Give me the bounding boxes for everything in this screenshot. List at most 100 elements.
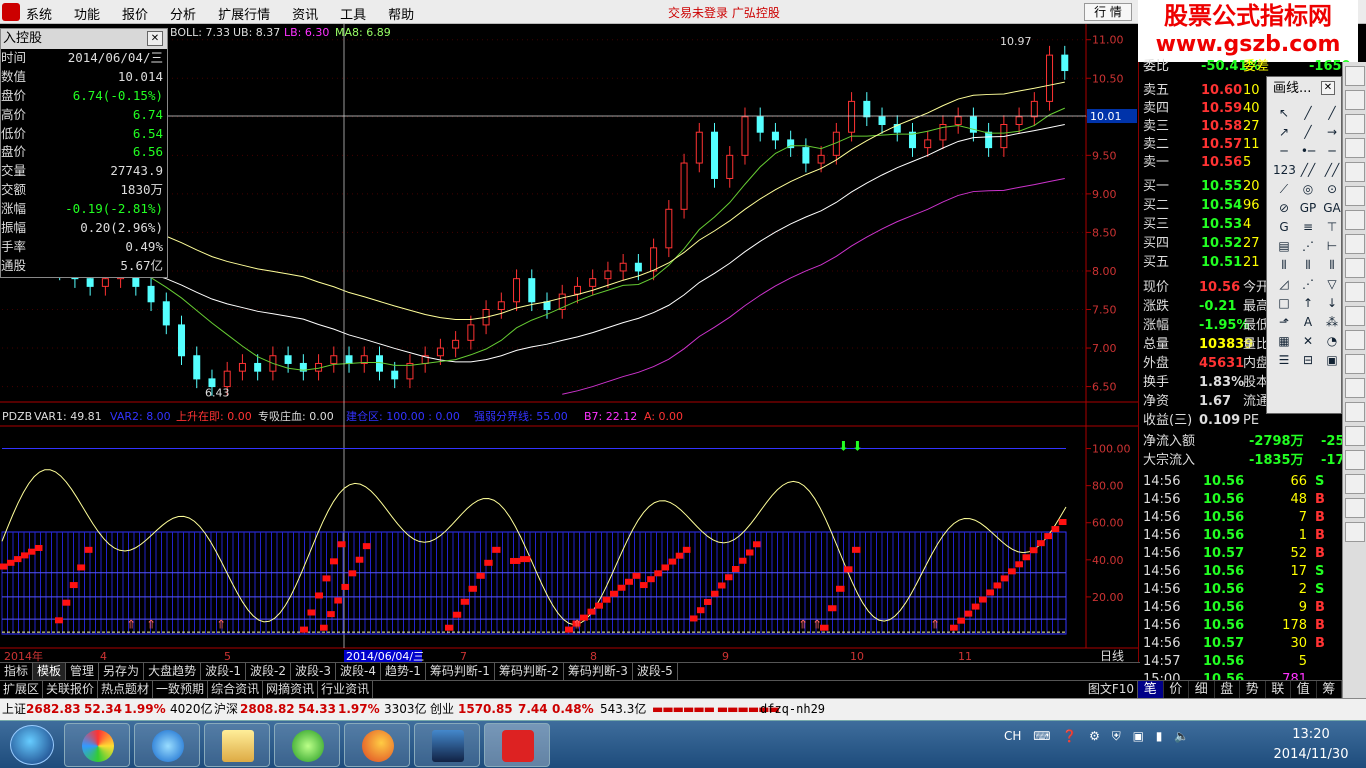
right-tab[interactable]: 价 <box>1164 681 1189 698</box>
indicator-tab[interactable]: 筹码判断-1 <box>426 663 495 680</box>
draw-tool-icon[interactable]: ⊙ <box>1321 180 1343 199</box>
draw-tool-icon[interactable]: ◿ <box>1273 275 1295 294</box>
draw-tool-icon[interactable]: ⊟ <box>1297 351 1319 370</box>
right-tab[interactable]: 势 <box>1240 681 1266 698</box>
toolbar-button-icon[interactable] <box>1345 210 1365 230</box>
toolbar-button-icon[interactable] <box>1345 114 1365 134</box>
draw-tool-icon[interactable]: ↑ <box>1297 294 1319 313</box>
draw-tool-icon[interactable]: ╱╱ <box>1321 161 1343 180</box>
taskbar-app-1[interactable] <box>64 723 130 767</box>
draw-tool-icon[interactable]: ✕ <box>1297 332 1319 351</box>
signal-icon[interactable]: ▮ <box>1156 729 1163 743</box>
settings-icon[interactable]: ⚙ <box>1089 729 1100 743</box>
indicator-tab[interactable]: 管理 <box>66 663 100 680</box>
draw-tool-icon[interactable]: ≡ <box>1297 218 1319 237</box>
extension-tab[interactable]: 扩展区 <box>0 681 44 698</box>
draw-tool-icon[interactable]: ╱ <box>1321 104 1343 123</box>
close-icon[interactable]: ✕ <box>147 31 163 46</box>
draw-tool-icon[interactable]: •─ <box>1297 142 1319 161</box>
draw-tool-icon[interactable]: ⦀ <box>1273 256 1295 275</box>
indicator-tab[interactable]: 趋势-1 <box>381 663 426 680</box>
draw-tool-icon[interactable]: ▤ <box>1273 237 1295 256</box>
right-tab[interactable]: 联 <box>1266 681 1291 698</box>
draw-tool-icon[interactable]: ⊢ <box>1321 237 1343 256</box>
draw-tool-icon[interactable]: ↖ <box>1273 104 1295 123</box>
keyboard-icon[interactable]: ⌨ <box>1033 729 1050 743</box>
toolbar-button-icon[interactable] <box>1345 450 1365 470</box>
draw-tool-icon[interactable]: ⋰ <box>1297 275 1319 294</box>
indicator-tab[interactable]: 波段-1 <box>201 663 247 680</box>
close-icon[interactable]: ✕ <box>1321 81 1335 95</box>
toolbar-button-icon[interactable] <box>1345 162 1365 182</box>
right-tab[interactable]: 值 <box>1291 681 1317 698</box>
draw-tool-icon[interactable]: ─ <box>1321 142 1343 161</box>
draw-tool-icon[interactable]: A <box>1297 313 1319 332</box>
toolbar-button-icon[interactable] <box>1345 258 1365 278</box>
draw-tool-icon[interactable]: ◔ <box>1321 332 1343 351</box>
indicator-tab[interactable]: 波段-2 <box>246 663 292 680</box>
draw-tool-icon[interactable]: ⁂ <box>1321 313 1343 332</box>
toolbar-button-icon[interactable] <box>1345 522 1365 542</box>
menu-item-0[interactable]: 系统 <box>26 4 52 23</box>
draw-tool-icon[interactable]: 123 <box>1273 161 1296 180</box>
menu-item-5[interactable]: 资讯 <box>292 4 318 23</box>
indicator-tab[interactable]: 波段-4 <box>336 663 381 680</box>
draw-tool-icon[interactable]: ⟋ <box>1273 180 1295 199</box>
toolbar-button-icon[interactable] <box>1345 306 1365 326</box>
toolbar-button-icon[interactable] <box>1345 90 1365 110</box>
draw-tool-icon[interactable]: G <box>1273 218 1295 237</box>
right-tab[interactable]: 细 <box>1189 681 1215 698</box>
toolbar-button-icon[interactable] <box>1345 138 1365 158</box>
draw-tool-icon[interactable]: ⊤ <box>1321 218 1343 237</box>
draw-tool-icon[interactable]: ↗ <box>1273 123 1295 142</box>
taskbar-firefox[interactable] <box>344 723 410 767</box>
network-icon[interactable]: ▣ <box>1133 729 1144 743</box>
toolbar-button-icon[interactable] <box>1345 426 1365 446</box>
draw-tool-icon[interactable]: → <box>1321 123 1343 142</box>
draw-tool-icon[interactable]: ⊘ <box>1273 199 1295 218</box>
taskbar-stock-app[interactable] <box>484 723 550 767</box>
draw-tool-icon[interactable]: ↓ <box>1321 294 1343 313</box>
toolbar-button-icon[interactable] <box>1345 474 1365 494</box>
draw-tool-icon[interactable]: ☰ <box>1273 351 1295 370</box>
indicator-tab[interactable]: 筹码判断-2 <box>495 663 564 680</box>
help-icon[interactable]: ❓ <box>1062 729 1077 743</box>
draw-tool-icon[interactable]: GA <box>1321 199 1343 218</box>
draw-tool-icon[interactable]: ▦ <box>1273 332 1295 351</box>
toolbar-button-icon[interactable] <box>1345 330 1365 350</box>
lang-indicator[interactable]: CH <box>1004 729 1021 743</box>
toolbar-button-icon[interactable] <box>1345 186 1365 206</box>
quote-button[interactable]: 行 情 <box>1084 3 1132 21</box>
draw-tool-icon[interactable]: ╱ <box>1297 104 1319 123</box>
f10-button[interactable]: 图文F10 <box>1085 681 1138 698</box>
menu-item-3[interactable]: 分析 <box>170 4 196 23</box>
menu-item-7[interactable]: 帮助 <box>388 4 414 23</box>
indicator-tab[interactable]: 大盘趋势 <box>144 663 202 680</box>
ask-row[interactable]: 委比 -50.41% 委差 -1650 <box>1139 58 1366 76</box>
volume-icon[interactable]: 🔈 <box>1174 729 1189 743</box>
indicator-tab[interactable]: 指标 <box>0 663 34 680</box>
indicator-tab[interactable]: 筹码判断-3 <box>564 663 633 680</box>
draw-tool-icon[interactable]: □ <box>1273 294 1295 313</box>
right-tab[interactable]: 笔 <box>1138 681 1164 698</box>
taskbar-word[interactable] <box>414 723 480 767</box>
toolbar-button-icon[interactable] <box>1345 66 1365 86</box>
toolbar-button-icon[interactable] <box>1345 498 1365 518</box>
draw-tool-icon[interactable]: ▣ <box>1321 351 1343 370</box>
draw-tool-icon[interactable]: ◎ <box>1297 180 1319 199</box>
indicator-tab[interactable]: 波段-3 <box>291 663 336 680</box>
draw-tool-icon[interactable]: ╱ <box>1297 123 1319 142</box>
draw-tool-icon[interactable]: ─ <box>1273 142 1295 161</box>
draw-tool-icon[interactable]: ╱╱ <box>1297 161 1319 180</box>
draw-tool-icon[interactable]: ⬏ <box>1273 313 1295 332</box>
taskbar-explorer[interactable] <box>204 723 270 767</box>
taskbar-browser[interactable] <box>274 723 340 767</box>
indicator-tab[interactable]: 模板 <box>33 663 67 680</box>
shield-icon[interactable]: ⛨ <box>1112 729 1121 743</box>
right-tab[interactable]: 盘 <box>1215 681 1240 698</box>
extension-tab[interactable]: 行业资讯 <box>318 681 374 698</box>
extension-tab[interactable]: 一致预期 <box>153 681 209 698</box>
extension-tab[interactable]: 综合资讯 <box>208 681 264 698</box>
clock[interactable]: 13:20 2014/11/30 <box>1270 725 1352 765</box>
draw-tool-icon[interactable]: GP <box>1297 199 1319 218</box>
